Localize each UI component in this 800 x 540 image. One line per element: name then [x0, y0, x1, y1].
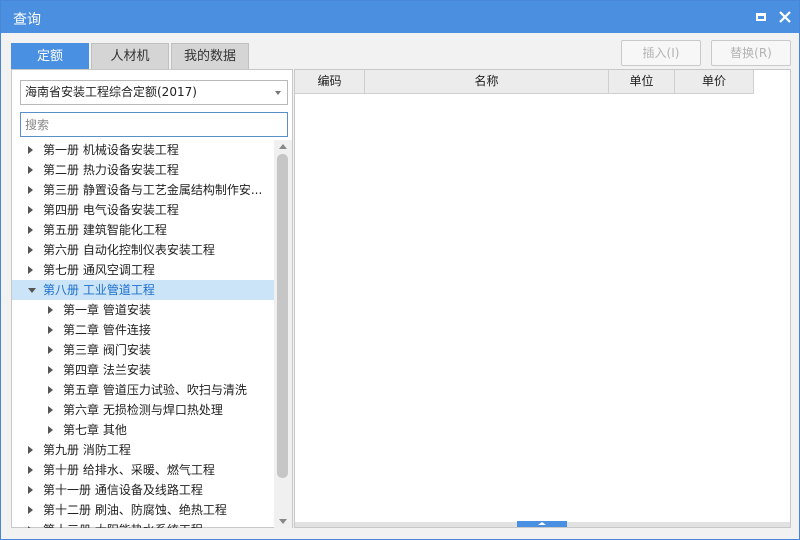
expand-right-arrow-icon[interactable] [28, 266, 33, 274]
tree-item-label: 第七册 通风空调工程 [43, 263, 155, 277]
tree-item-label: 第二册 热力设备安装工程 [43, 163, 179, 177]
expand-right-arrow-icon[interactable] [28, 466, 33, 474]
expand-right-arrow-icon[interactable] [28, 166, 33, 174]
tree-item-chapter[interactable]: 第七章 其他 [12, 420, 274, 440]
query-window: 查询 定额 人材机 我的数据 插入(I) 替换(R) 海南省安装工程综合定额(2… [0, 0, 800, 540]
tree-item-label: 第九册 消防工程 [43, 443, 131, 457]
library-select-value: 海南省安装工程综合定额(2017) [25, 85, 197, 99]
tree-item-volume[interactable]: 第七册 通风空调工程 [12, 260, 274, 280]
tree-item-volume[interactable]: 第四册 电气设备安装工程 [12, 200, 274, 220]
tree-item-label: 第八册 工业管道工程 [43, 283, 155, 297]
dropdown-arrow-icon [275, 91, 281, 95]
expand-down-arrow-icon[interactable] [28, 288, 36, 293]
tree-item-label: 第十三册 大阳能热水系统工程 [43, 520, 203, 528]
window-title: 查询 [13, 12, 41, 28]
expand-right-arrow-icon[interactable] [28, 246, 33, 254]
tree-item-chapter[interactable]: 第六章 无损检测与焊口热处理 [12, 400, 274, 420]
tree-item-label: 第四章 法兰安装 [63, 363, 151, 377]
expand-right-arrow-icon[interactable] [28, 506, 33, 514]
close-icon [779, 11, 791, 23]
tree-item-label: 第五章 管道压力试验、吹扫与清洗 [63, 383, 247, 397]
tree-item-label: 第十一册 通信设备及线路工程 [43, 483, 203, 497]
tree-item-label: 第六册 自动化控制仪表安装工程 [43, 243, 215, 257]
search-input[interactable] [20, 112, 288, 137]
expand-right-arrow-icon[interactable] [48, 306, 53, 314]
expand-right-arrow-icon[interactable] [48, 386, 53, 394]
tree-item-chapter[interactable]: 第五章 管道压力试验、吹扫与清洗 [12, 380, 274, 400]
tab-quota[interactable]: 定额 [11, 43, 89, 70]
tree-item-label: 第五册 建筑智能化工程 [43, 223, 167, 237]
results-grid-panel: 编码 名称 单位 单价 [294, 69, 791, 528]
close-button[interactable] [777, 9, 793, 25]
tree-item-volume[interactable]: 第五册 建筑智能化工程 [12, 220, 274, 240]
chapter-tree: 第一册 机械设备安装工程 第二册 热力设备安装工程第三册 静置设备与工艺金属结构制… [12, 140, 274, 528]
maximize-button[interactable] [753, 9, 769, 25]
scroll-up-arrow-icon[interactable] [279, 144, 287, 149]
expand-right-arrow-icon[interactable] [28, 186, 33, 194]
tree-item-volume[interactable]: 第二册 热力设备安装工程 [12, 160, 274, 180]
panel-splitter-handle[interactable] [517, 521, 567, 527]
scroll-down-arrow-icon[interactable] [279, 519, 287, 524]
expand-right-arrow-icon[interactable] [48, 346, 53, 354]
library-tree-panel: 海南省安装工程综合定额(2017) 第一册 机械设备安装工程第二册 热力设备安装… [11, 69, 293, 528]
column-header-price[interactable]: 单价 [675, 70, 754, 94]
tree-item-volume[interactable]: 第六册 自动化控制仪表安装工程 [12, 240, 274, 260]
insert-button[interactable]: 插入(I) [621, 40, 701, 66]
tree-item-label: 第十册 给排水、采暖、燃气工程 [43, 463, 215, 477]
tree-item-label: 第一章 管道安装 [63, 303, 151, 317]
tree-item-chapter[interactable]: 第四章 法兰安装 [12, 360, 274, 380]
tree-item-label: 第四册 电气设备安装工程 [43, 203, 179, 217]
column-header-name[interactable]: 名称 [365, 70, 609, 94]
tree-item-chapter[interactable]: 第三章 阀门安装 [12, 340, 274, 360]
tree-item-label: 第十二册 刷油、防腐蚀、绝热工程 [43, 503, 227, 517]
tree-item-label: 第三章 阀门安装 [63, 343, 151, 357]
column-header-code[interactable]: 编码 [295, 70, 365, 94]
tree-item-volume[interactable]: 第十三册 大阳能热水系统工程 [12, 520, 274, 528]
column-header-unit[interactable]: 单位 [609, 70, 675, 94]
expand-right-arrow-icon[interactable] [28, 146, 33, 154]
tree-item-chapter[interactable]: 第二章 管件连接 [12, 320, 274, 340]
expand-right-arrow-icon[interactable] [28, 526, 33, 528]
expand-right-arrow-icon[interactable] [48, 326, 53, 334]
expand-right-arrow-icon[interactable] [28, 226, 33, 234]
tree-item-volume[interactable]: 第九册 消防工程 [12, 440, 274, 460]
library-select[interactable]: 海南省安装工程综合定额(2017) [20, 80, 288, 105]
expand-right-arrow-icon[interactable] [28, 486, 33, 494]
tree-item-volume[interactable]: 第十二册 刷油、防腐蚀、绝热工程 [12, 500, 274, 520]
tree-item-label: 第七章 其他 [63, 423, 127, 437]
tree-item-label: 第六章 无损检测与焊口热处理 [63, 403, 223, 417]
tree-item-label: 第一册 机械设备安装工程 [43, 143, 179, 157]
replace-button[interactable]: 替换(R) [711, 40, 791, 66]
tree-item-volume[interactable]: 第八册 工业管道工程 [12, 280, 274, 300]
expand-right-arrow-icon[interactable] [28, 206, 33, 214]
tab-labor-material-machine[interactable]: 人材机 [91, 43, 169, 70]
tree-item-volume[interactable]: 第十册 给排水、采暖、燃气工程 [12, 460, 274, 480]
expand-right-arrow-icon[interactable] [48, 366, 53, 374]
tab-my-data[interactable]: 我的数据 [171, 43, 249, 70]
tree-item-volume[interactable]: 第一册 机械设备安装工程 [12, 140, 274, 160]
expand-right-arrow-icon[interactable] [48, 426, 53, 434]
scroll-thumb[interactable] [277, 154, 288, 478]
expand-right-arrow-icon[interactable] [28, 446, 33, 454]
title-bar: 查询 [1, 1, 799, 33]
tree-item-volume[interactable]: 第三册 静置设备与工艺金属结构制作安... [12, 180, 274, 200]
tree-item-volume[interactable]: 第十一册 通信设备及线路工程 [12, 480, 274, 500]
tree-scrollbar[interactable] [274, 140, 292, 528]
expand-right-arrow-icon[interactable] [48, 406, 53, 414]
tree-item-label: 第三册 静置设备与工艺金属结构制作安... [43, 183, 263, 197]
tree-item-chapter[interactable]: 第一章 管道安装 [12, 300, 274, 320]
tree-item-label: 第二章 管件连接 [63, 323, 151, 337]
maximize-icon [756, 13, 766, 21]
